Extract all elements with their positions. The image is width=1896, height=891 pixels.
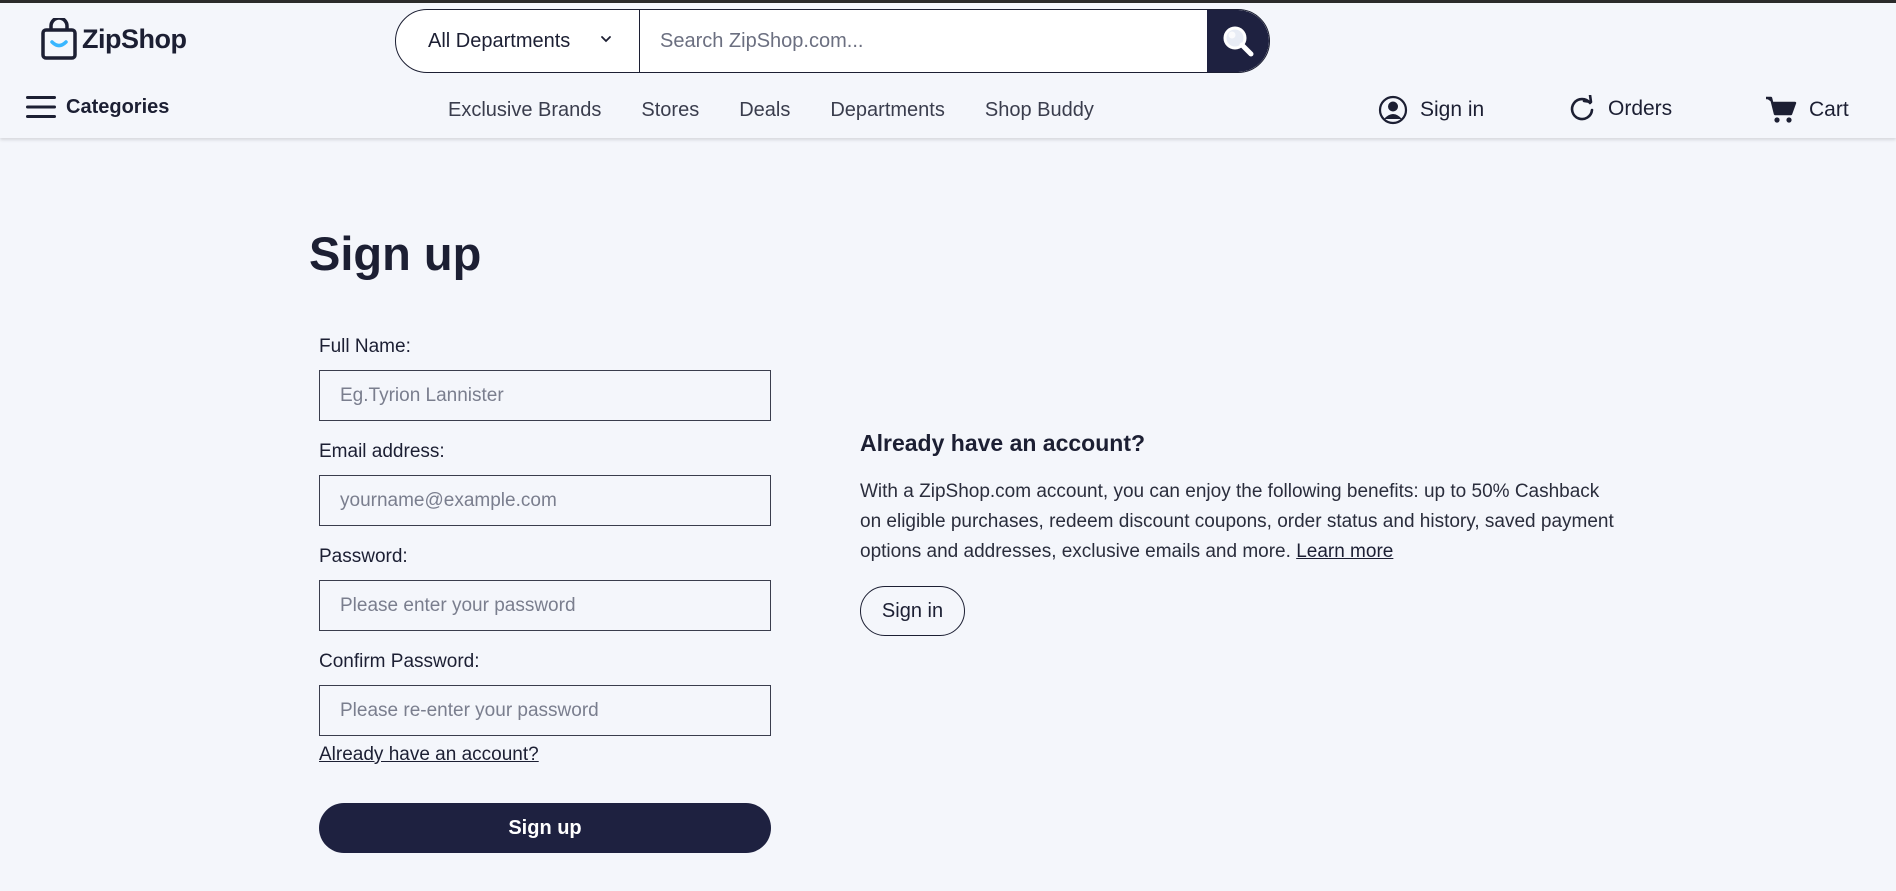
signup-form: Full Name: Email address: Password: Conf…: [319, 334, 771, 853]
site-header: ZipShop All Departments Categories: [0, 3, 1896, 138]
logo[interactable]: ZipShop: [40, 17, 187, 61]
header-orders[interactable]: Orders: [1568, 95, 1672, 123]
header-cart-label: Cart: [1809, 98, 1849, 121]
password-input[interactable]: [340, 594, 770, 617]
signup-page: Sign up Full Name: Email address: Passwo…: [0, 138, 1896, 891]
nav-link-stores[interactable]: Stores: [641, 99, 699, 122]
search-button[interactable]: [1207, 10, 1269, 72]
hamburger-menu-icon: [26, 96, 56, 118]
existing-account-panel: Already have an account? With a ZipShop.…: [860, 430, 1620, 636]
cart-icon: [1766, 96, 1797, 123]
password-field-box: [319, 580, 771, 631]
benefits-text-body: With a ZipShop.com account, you can enjo…: [860, 481, 1614, 562]
chevron-down-icon: [601, 36, 611, 43]
email-field-box: [319, 475, 771, 526]
email-input[interactable]: [340, 489, 770, 512]
email-label: Email address:: [319, 441, 445, 462]
full-name-field-box: [319, 370, 771, 421]
already-have-account-link[interactable]: Already have an account?: [319, 744, 771, 766]
benefits-text: With a ZipShop.com account, you can enjo…: [860, 477, 1620, 567]
confirm-password-input[interactable]: [340, 699, 770, 722]
shopping-bag-logo-icon: [41, 18, 77, 60]
nav-link-departments[interactable]: Departments: [830, 99, 945, 122]
password-label: Password:: [319, 546, 408, 567]
search-input[interactable]: [640, 10, 1207, 72]
brand-name: ZipShop: [82, 23, 187, 54]
search-bar: All Departments: [395, 9, 1270, 73]
user-account-icon: [1378, 95, 1408, 125]
header-orders-label: Orders: [1608, 97, 1673, 120]
search-icon: [1223, 26, 1254, 57]
header-cart[interactable]: Cart: [1765, 95, 1849, 125]
page-title: Sign up: [309, 227, 482, 280]
sign-up-button[interactable]: Sign up: [319, 803, 771, 853]
full-name-input[interactable]: [340, 384, 770, 407]
full-name-label: Full Name:: [319, 336, 411, 357]
side-sign-in-button[interactable]: Sign in: [860, 586, 965, 636]
nav-link-deals[interactable]: Deals: [739, 99, 790, 122]
department-select-value: All Departments: [428, 29, 571, 52]
confirm-password-label: Confirm Password:: [319, 651, 480, 672]
existing-account-title: Already have an account?: [860, 430, 1146, 456]
nav-link-exclusive-brands[interactable]: Exclusive Brands: [448, 99, 601, 122]
main-nav: Exclusive Brands Stores Deals Department…: [448, 99, 1134, 122]
categories-label: Categories: [66, 95, 170, 118]
department-select[interactable]: All Departments: [396, 10, 640, 72]
confirm-password-field-box: [319, 685, 771, 736]
header-sign-in-label: Sign in: [1420, 98, 1485, 121]
refresh-orders-icon: [1570, 95, 1594, 121]
categories-menu-button[interactable]: Categories: [26, 95, 169, 119]
learn-more-link[interactable]: Learn more: [1296, 541, 1393, 562]
header-sign-in[interactable]: Sign in: [1378, 95, 1484, 125]
nav-row: Categories Exclusive Brands Stores Deals…: [0, 85, 1896, 137]
nav-link-shop-buddy[interactable]: Shop Buddy: [985, 99, 1094, 122]
